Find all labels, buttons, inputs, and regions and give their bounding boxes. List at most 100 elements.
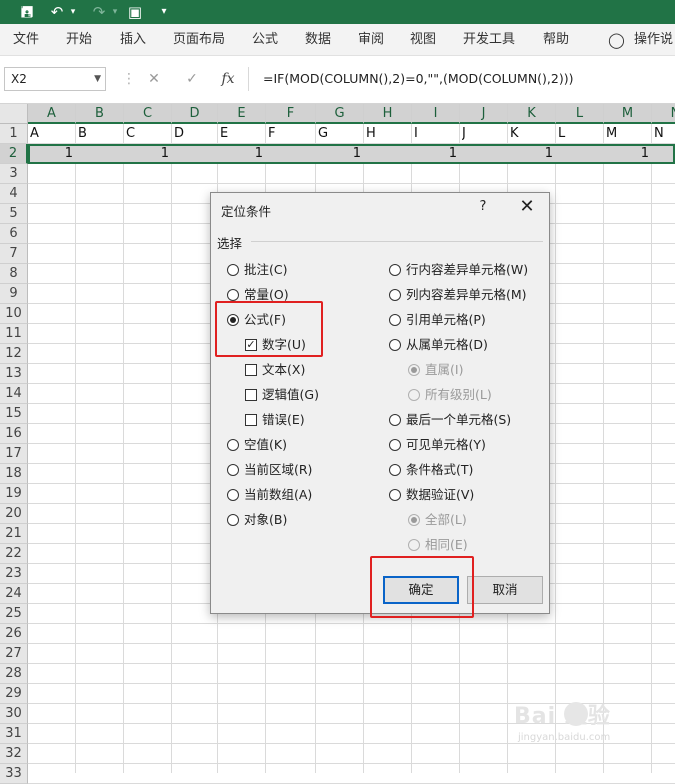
checkbox-icon[interactable] xyxy=(245,389,257,401)
row-header-10[interactable]: 10 xyxy=(0,304,28,324)
help-icon[interactable]: ? xyxy=(473,199,493,214)
cancel-button[interactable]: 取消 xyxy=(467,576,543,604)
row-header-17[interactable]: 17 xyxy=(0,444,28,464)
cell-n2[interactable] xyxy=(652,144,675,164)
tab-review[interactable]: 审阅 xyxy=(358,24,384,56)
formula-input[interactable]: =IF(MOD(COLUMN(),2)=0,"",(MOD(COLUMN(),2… xyxy=(248,67,675,91)
cell-f2[interactable] xyxy=(266,144,316,164)
radio-icon[interactable] xyxy=(227,514,239,526)
radio-icon[interactable] xyxy=(389,439,401,451)
customize-icon[interactable]: ▾ xyxy=(156,0,172,24)
checkbox-icon[interactable] xyxy=(245,414,257,426)
column-header-a[interactable]: A xyxy=(28,104,76,124)
insert-function-icon[interactable]: fx xyxy=(217,67,239,91)
cell-h1[interactable]: H xyxy=(366,124,412,144)
radio-icon[interactable] xyxy=(389,464,401,476)
row-header-24[interactable]: 24 xyxy=(0,584,28,604)
column-header-b[interactable]: B xyxy=(76,104,124,124)
tell-me-search[interactable]: 操作说 xyxy=(634,24,673,56)
tab-formulas[interactable]: 公式 xyxy=(252,24,278,56)
radio-icon[interactable] xyxy=(227,289,239,301)
cell-d2[interactable] xyxy=(172,144,218,164)
radio-icon[interactable] xyxy=(227,264,239,276)
row-header-13[interactable]: 13 xyxy=(0,364,28,384)
cell-l1[interactable]: L xyxy=(558,124,604,144)
select-all-corner[interactable] xyxy=(0,104,28,124)
column-header-f[interactable]: F xyxy=(266,104,316,124)
column-header-e[interactable]: E xyxy=(218,104,266,124)
lightbulb-icon[interactable]: ◯ xyxy=(608,24,625,56)
cell-l2[interactable] xyxy=(556,144,604,164)
row-header-5[interactable]: 5 xyxy=(0,204,28,224)
column-header-h[interactable]: H xyxy=(364,104,412,124)
row-header-31[interactable]: 31 xyxy=(0,724,28,744)
name-box[interactable]: X2 ▼ xyxy=(4,67,106,91)
radio-icon[interactable] xyxy=(389,314,401,326)
row-header-20[interactable]: 20 xyxy=(0,504,28,524)
radio-icon[interactable] xyxy=(389,339,401,351)
row-header-4[interactable]: 4 xyxy=(0,184,28,204)
undo-icon[interactable]: ↶ xyxy=(46,0,68,24)
row-header-11[interactable]: 11 xyxy=(0,324,28,344)
checkbox-icon[interactable] xyxy=(245,364,257,376)
cell-c2[interactable]: 1 xyxy=(124,144,172,164)
cell-h2[interactable] xyxy=(364,144,412,164)
cell-g2[interactable]: 1 xyxy=(316,144,364,164)
column-header-d[interactable]: D xyxy=(172,104,218,124)
cell-b2[interactable] xyxy=(76,144,124,164)
enter-icon[interactable]: ✓ xyxy=(181,67,203,91)
row-header-26[interactable]: 26 xyxy=(0,624,28,644)
column-header-k[interactable]: K xyxy=(508,104,556,124)
column-header-n[interactable]: N xyxy=(652,104,675,124)
cell-e2[interactable]: 1 xyxy=(218,144,266,164)
cell-a2[interactable]: 1 xyxy=(28,144,76,164)
cell-g1[interactable]: G xyxy=(318,124,364,144)
row-header-14[interactable]: 14 xyxy=(0,384,28,404)
cell-c1[interactable]: C xyxy=(126,124,172,144)
radio-icon[interactable] xyxy=(227,439,239,451)
row-header-29[interactable]: 29 xyxy=(0,684,28,704)
row-header-28[interactable]: 28 xyxy=(0,664,28,684)
cell-i2[interactable]: 1 xyxy=(412,144,460,164)
redo-dropdown-icon[interactable]: ▾ xyxy=(110,0,120,24)
radio-icon[interactable] xyxy=(227,464,239,476)
radio-icon[interactable] xyxy=(389,289,401,301)
tab-insert[interactable]: 插入 xyxy=(120,24,146,56)
row-header-21[interactable]: 21 xyxy=(0,524,28,544)
radio-icon[interactable] xyxy=(389,489,401,501)
radio-icon[interactable] xyxy=(389,414,401,426)
row-header-22[interactable]: 22 xyxy=(0,544,28,564)
row-header-30[interactable]: 30 xyxy=(0,704,28,724)
row-header-6[interactable]: 6 xyxy=(0,224,28,244)
tab-file[interactable]: 文件 xyxy=(13,24,39,56)
save-icon[interactable]: 🖪 xyxy=(16,0,38,24)
row-header-18[interactable]: 18 xyxy=(0,464,28,484)
radio-icon[interactable] xyxy=(227,489,239,501)
row-header-27[interactable]: 27 xyxy=(0,644,28,664)
cell-k1[interactable]: K xyxy=(510,124,556,144)
cell-a1[interactable]: A xyxy=(30,124,76,144)
redo-icon[interactable]: ↷ xyxy=(88,0,110,24)
column-header-i[interactable]: I xyxy=(412,104,460,124)
tab-data[interactable]: 数据 xyxy=(305,24,331,56)
row-header-2[interactable]: 2 xyxy=(0,144,28,164)
tab-home[interactable]: 开始 xyxy=(66,24,92,56)
column-header-m[interactable]: M xyxy=(604,104,652,124)
cell-m2[interactable]: 1 xyxy=(604,144,652,164)
cell-e1[interactable]: E xyxy=(220,124,266,144)
row-header-33[interactable]: 33 xyxy=(0,764,28,784)
row-header-19[interactable]: 19 xyxy=(0,484,28,504)
close-icon[interactable]: ✕ xyxy=(515,196,539,217)
cell-k2[interactable]: 1 xyxy=(508,144,556,164)
row-header-9[interactable]: 9 xyxy=(0,284,28,304)
column-header-g[interactable]: G xyxy=(316,104,364,124)
cell-d1[interactable]: D xyxy=(174,124,218,144)
row-header-8[interactable]: 8 xyxy=(0,264,28,284)
row-header-23[interactable]: 23 xyxy=(0,564,28,584)
row-header-12[interactable]: 12 xyxy=(0,344,28,364)
row-header-1[interactable]: 1 xyxy=(0,124,28,144)
row-header-32[interactable]: 32 xyxy=(0,744,28,764)
cell-m1[interactable]: M xyxy=(606,124,652,144)
cell-b1[interactable]: B xyxy=(78,124,124,144)
row-header-16[interactable]: 16 xyxy=(0,424,28,444)
